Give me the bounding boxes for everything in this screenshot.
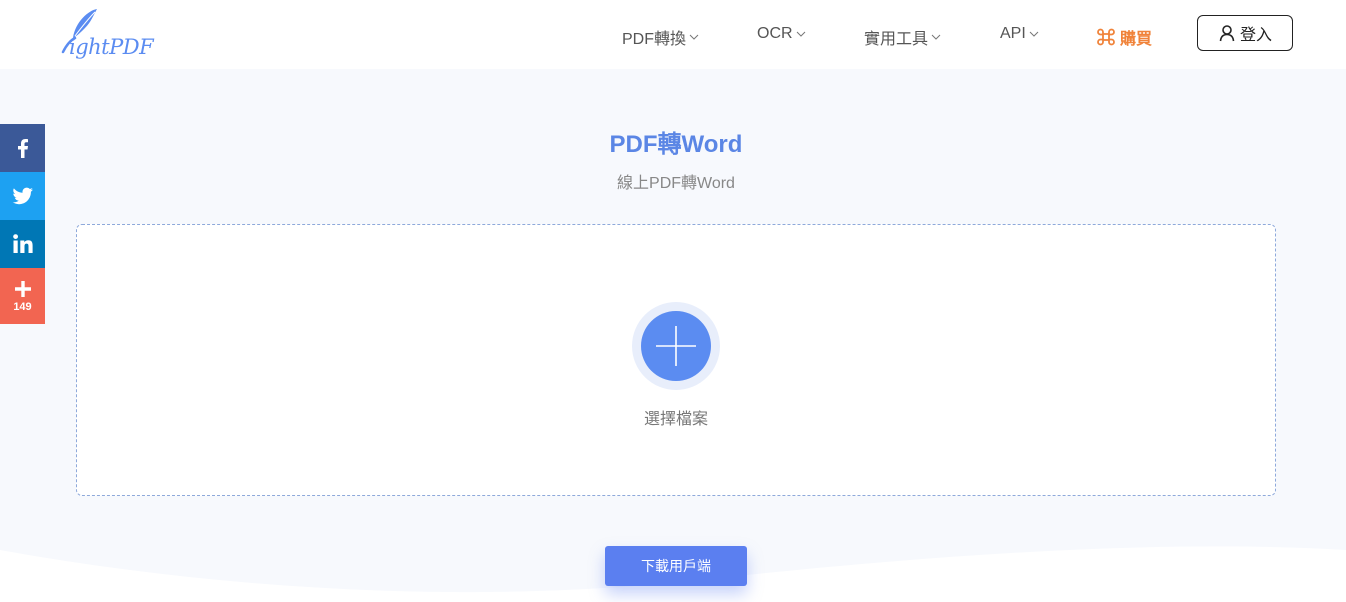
nav-label: PDF轉換 (622, 31, 687, 48)
user-icon (1219, 25, 1235, 42)
linkedin-icon (12, 234, 33, 253)
login-label: 登入 (1239, 27, 1272, 44)
buy-label: 購買 (1120, 31, 1153, 48)
chevron-down-icon (796, 31, 805, 37)
download-client-label: 下載用戶端 (641, 558, 711, 574)
nav-tools[interactable]: 實用工具 (864, 25, 941, 49)
svg-text:ightPDF: ightPDF (69, 35, 155, 59)
logo-feather-icon: ightPDF (61, 9, 156, 59)
nav-label: API (1000, 25, 1026, 42)
command-icon (1097, 28, 1115, 46)
page-subtitle: 線上PDF轉Word (617, 175, 735, 192)
buy-link[interactable]: 購買 (1097, 25, 1152, 49)
chevron-down-icon (931, 34, 941, 40)
chevron-down-icon (689, 34, 699, 40)
nav-api[interactable]: API (1000, 25, 1039, 43)
nav-ocr[interactable]: OCR (757, 25, 806, 43)
login-button[interactable]: 登入 (1197, 15, 1293, 51)
nav-label: OCR (757, 25, 793, 42)
nav-label: 實用工具 (864, 31, 929, 48)
nav-pdf-convert[interactable]: PDF轉換 (622, 25, 699, 49)
upload-button[interactable] (632, 302, 720, 390)
choose-file-label[interactable]: 選擇檔案 (77, 405, 1275, 429)
page-title: PDF轉Word (609, 131, 743, 158)
share-count: 149 (13, 301, 32, 313)
linkedin-share-button[interactable] (0, 220, 45, 268)
plus-icon (656, 326, 696, 366)
more-share-button[interactable]: 149 (0, 268, 45, 324)
lightpdf-logo[interactable]: ightPDF (55, 8, 165, 60)
site-header: ightPDF PDF轉換 OCR 實用工具 API 購買 登入 (0, 0, 1346, 69)
file-dropzone[interactable]: 選擇檔案 (76, 224, 1276, 496)
upload-button-circle[interactable] (641, 311, 711, 381)
plus-icon (14, 281, 31, 297)
chevron-down-icon (1029, 31, 1039, 37)
download-client-button[interactable]: 下載用戶端 (605, 546, 747, 586)
